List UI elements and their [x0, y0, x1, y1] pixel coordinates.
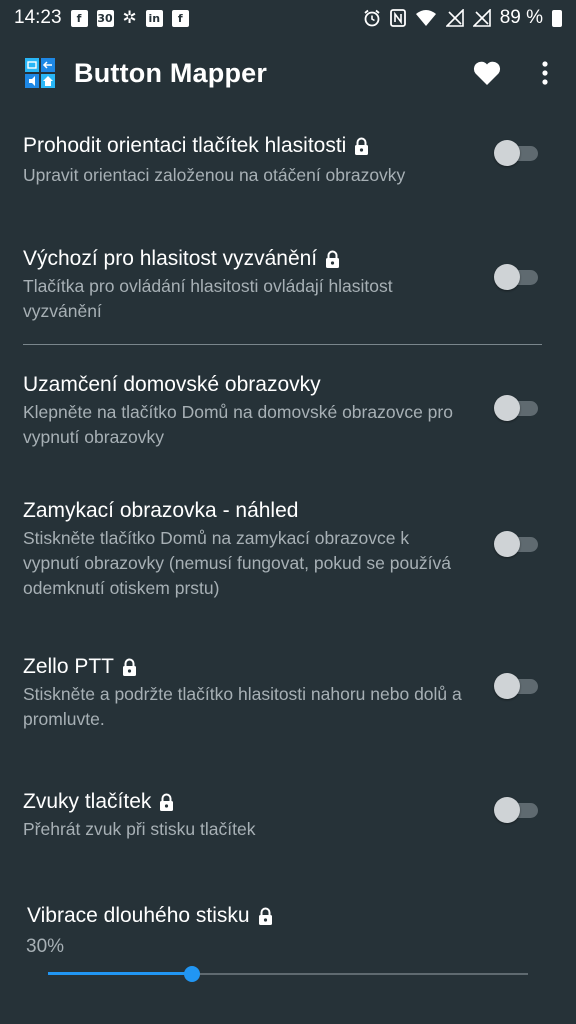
- lock-icon: [123, 658, 137, 676]
- no-signal-icon: [445, 9, 464, 27]
- lock-icon: [355, 137, 369, 155]
- status-bar-right: 89 %: [363, 7, 562, 29]
- setting-title: Prohodit orientaci tlačítek hlasitosti: [23, 134, 347, 157]
- status-time: 14:23: [14, 7, 62, 28]
- vibration-slider-title-row: Vibrace dlouhého stisku: [27, 904, 273, 928]
- setting-title-row: Zvuky tlačítek: [23, 790, 174, 814]
- toggle-switch[interactable]: [494, 797, 538, 823]
- calendar-icon: 30: [96, 9, 114, 27]
- app-logo-icon: [25, 58, 55, 88]
- toggle-switch[interactable]: [494, 140, 538, 166]
- setting-summary: Přehrát zvuk při stisku tlačítek: [23, 819, 256, 839]
- facebook-icon: f: [171, 9, 189, 27]
- vibration-slider-title: Vibrace dlouhého stisku: [27, 904, 250, 927]
- status-bar: 14:23 f 30 ✲ in f 89 %: [0, 0, 576, 36]
- setting-title: Zamykací obrazovka - náhled: [23, 499, 299, 522]
- toggle-thumb: [494, 395, 520, 421]
- app-title: Button Mapper: [74, 58, 268, 88]
- toggle-thumb: [494, 673, 520, 699]
- toggle-thumb: [494, 264, 520, 290]
- wifi-icon: [415, 10, 436, 26]
- setting-title-row: Zamykací obrazovka - náhled: [23, 499, 298, 523]
- slider-thumb[interactable]: [184, 966, 200, 982]
- setting-title-row: Uzamčení domovské obrazovky: [23, 373, 321, 397]
- status-bar-left: 14:23 f 30 ✲ in f: [14, 7, 189, 29]
- setting-title-row: Zello PTT: [23, 655, 137, 679]
- vibration-slider[interactable]: [48, 964, 528, 984]
- vibration-slider-value: 30%: [26, 936, 65, 957]
- section-divider: [23, 344, 542, 345]
- setting-ringtone-volume-default[interactable]: Výchozí pro hlasitost vyzvánění Tlačítka…: [0, 243, 576, 333]
- toggle-thumb: [494, 531, 520, 557]
- app-bar: Button Mapper: [0, 36, 576, 112]
- setting-summary: Klepněte na tlačítko Domů na domovské ob…: [23, 402, 453, 447]
- battery-percent: 89 %: [499, 7, 543, 28]
- toggle-switch[interactable]: [494, 673, 538, 699]
- toggle-switch[interactable]: [494, 531, 538, 557]
- more-vert-icon[interactable]: [536, 58, 554, 88]
- setting-title: Výchozí pro hlasitost vyzvánění: [23, 247, 318, 270]
- slider-fill: [48, 972, 192, 975]
- setting-zello-ptt[interactable]: Zello PTT Stiskněte a podržte tlačítko h…: [0, 651, 576, 735]
- setting-title: Zello PTT: [23, 655, 115, 678]
- setting-summary: Tlačítka pro ovládání hlasitosti ovládaj…: [23, 276, 393, 321]
- nfc-icon: [389, 9, 406, 27]
- lock-icon: [160, 793, 174, 811]
- setting-lock-screen-preview[interactable]: Zamykací obrazovka - náhled Stiskněte tl…: [0, 495, 576, 605]
- lock-icon: [258, 907, 272, 925]
- setting-title-row: Výchozí pro hlasitost vyzvánění: [23, 247, 340, 271]
- setting-title-row: Prohodit orientaci tlačítek hlasitosti: [23, 134, 369, 158]
- battery-icon: [552, 9, 562, 27]
- toggle-thumb: [494, 140, 520, 166]
- setting-title: Uzamčení domovské obrazovky: [23, 373, 321, 396]
- setting-swap-volume-orientation[interactable]: Prohodit orientaci tlačítek hlasitosti U…: [0, 130, 576, 200]
- facebook-icon: f: [70, 9, 88, 27]
- slack-icon: ✲: [122, 7, 137, 28]
- setting-button-sounds[interactable]: Zvuky tlačítek Přehrát zvuk při stisku t…: [0, 786, 576, 850]
- setting-summary: Stiskněte tlačítko Domů na zamykací obra…: [23, 528, 452, 598]
- linkedin-icon: in: [145, 9, 163, 27]
- setting-summary: Upravit orientaci založenou na otáčení o…: [23, 165, 406, 185]
- setting-summary: Stiskněte a podržte tlačítko hlasitosti …: [23, 684, 462, 729]
- setting-home-screen-lock[interactable]: Uzamčení domovské obrazovky Klepněte na …: [0, 369, 576, 453]
- toggle-thumb: [494, 797, 520, 823]
- no-signal-icon: [472, 9, 491, 27]
- setting-title: Zvuky tlačítek: [23, 790, 152, 813]
- toggle-switch[interactable]: [494, 395, 538, 421]
- lock-icon: [326, 250, 340, 268]
- heart-icon[interactable]: [472, 58, 502, 88]
- toggle-switch[interactable]: [494, 264, 538, 290]
- alarm-icon: [364, 9, 380, 27]
